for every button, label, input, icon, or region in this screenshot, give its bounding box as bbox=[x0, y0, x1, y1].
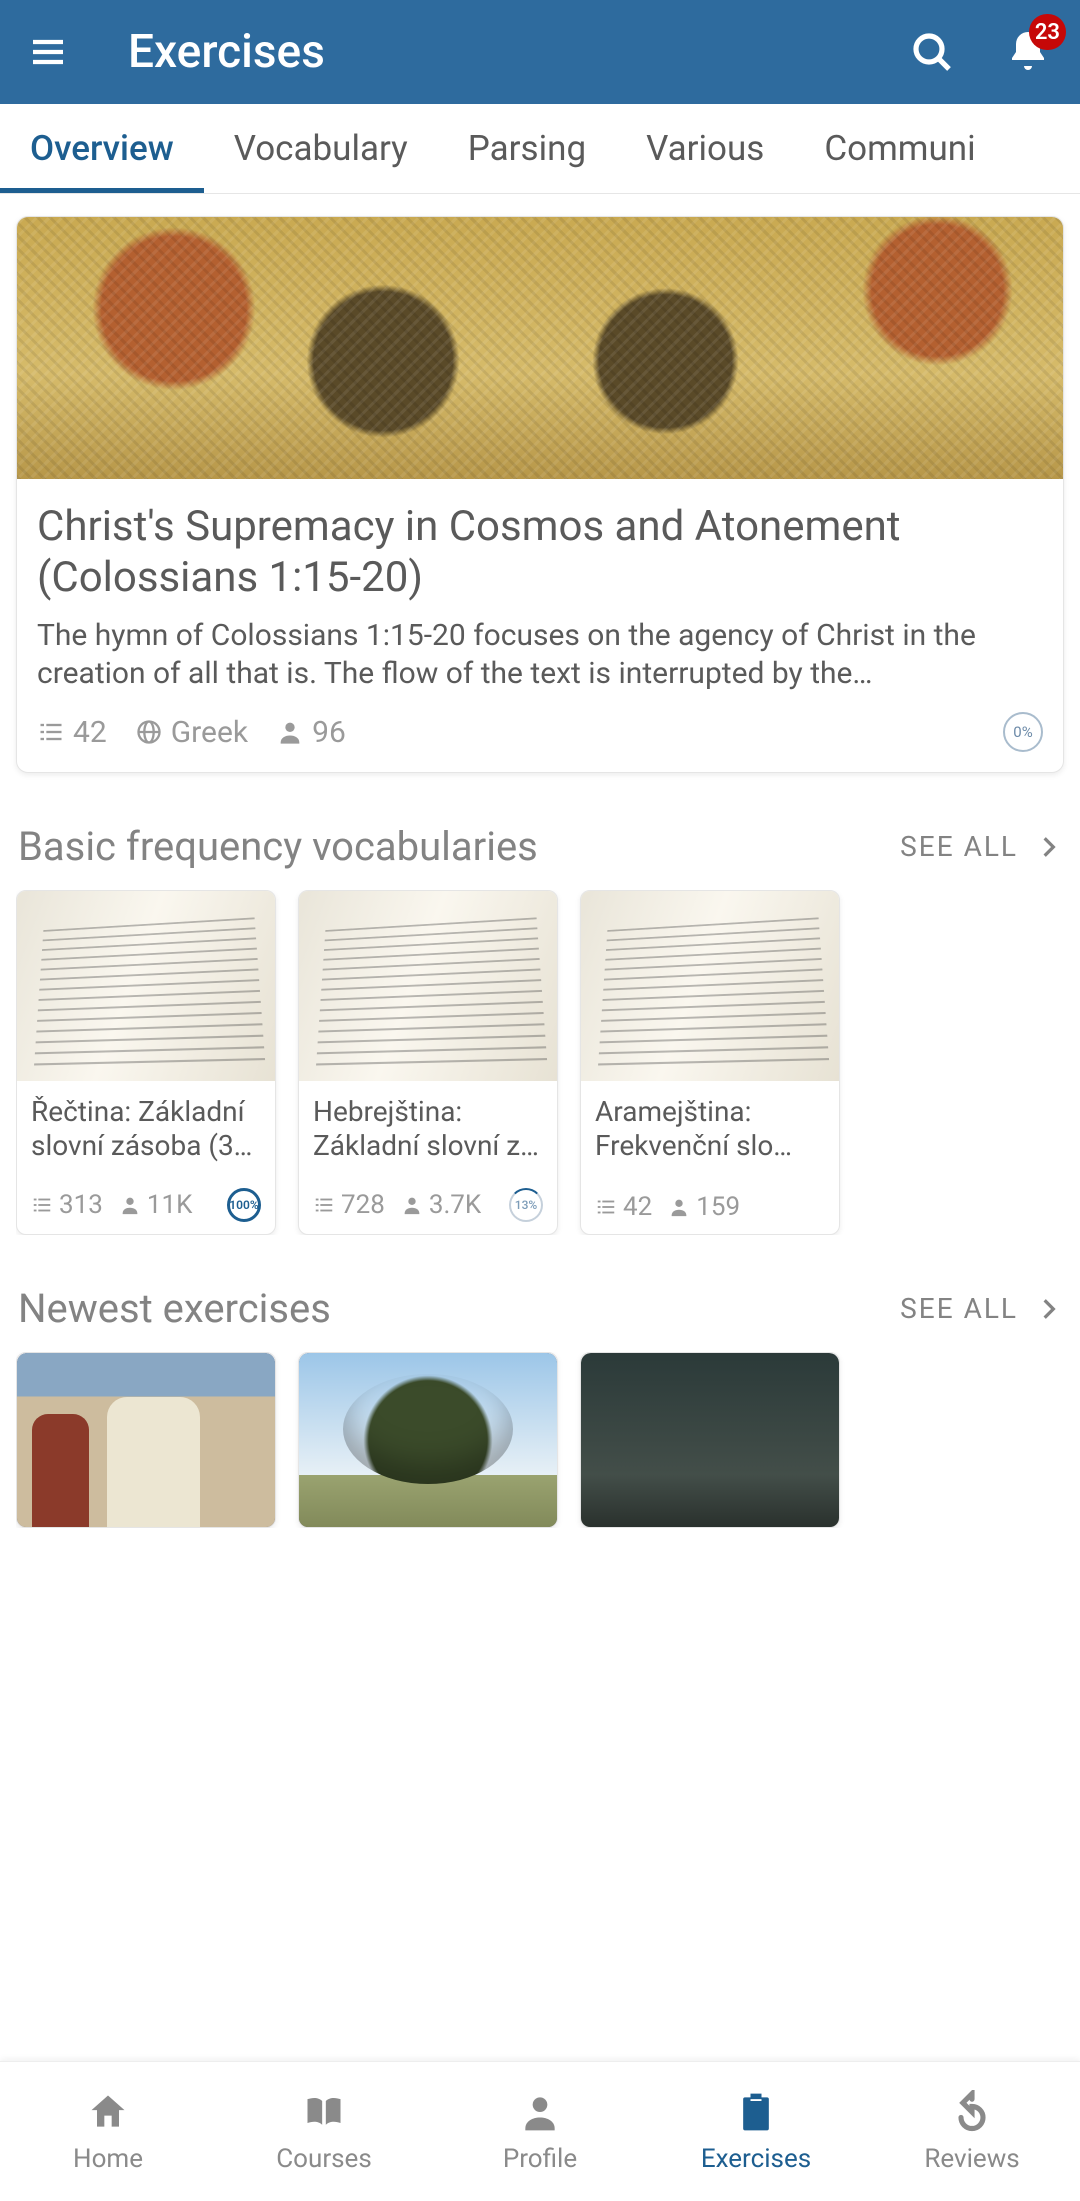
card-title: Hebrejština: Základní slovní z… bbox=[313, 1095, 543, 1165]
notification-bell[interactable]: 23 bbox=[1004, 28, 1052, 76]
nav-courses[interactable]: Courses bbox=[216, 2062, 432, 2201]
section-header-vocab: Basic frequency vocabularies SEE ALL bbox=[16, 823, 1064, 870]
clipboard-icon bbox=[734, 2090, 778, 2134]
list-icon bbox=[31, 1194, 53, 1216]
tab-community[interactable]: Communi bbox=[794, 104, 1005, 193]
tab-parsing[interactable]: Parsing bbox=[438, 104, 616, 193]
card-image bbox=[299, 1353, 557, 1527]
user-count-value: 96 bbox=[312, 715, 346, 750]
card-image bbox=[581, 1353, 839, 1527]
list-icon bbox=[595, 1196, 617, 1218]
card-title: Řečtina: Základní slovní zásoba (3… bbox=[31, 1095, 261, 1165]
featured-image bbox=[17, 217, 1063, 479]
refresh-icon bbox=[950, 2090, 994, 2134]
person-icon bbox=[119, 1194, 141, 1216]
item-count: 728 bbox=[313, 1190, 385, 1220]
home-icon bbox=[86, 2090, 130, 2134]
item-count: 42 bbox=[595, 1192, 652, 1222]
user-count-value: 159 bbox=[696, 1192, 740, 1222]
user-count: 96 bbox=[276, 715, 346, 750]
progress-badge: 0% bbox=[1003, 712, 1043, 752]
item-count: 42 bbox=[37, 715, 107, 750]
see-all-label: SEE ALL bbox=[900, 830, 1018, 863]
item-count-value: 42 bbox=[623, 1192, 652, 1222]
user-count: 11K bbox=[119, 1190, 193, 1220]
item-count-value: 42 bbox=[73, 715, 107, 750]
user-count: 3.7K bbox=[401, 1190, 481, 1220]
nav-label: Profile bbox=[503, 2144, 577, 2174]
see-all-vocab[interactable]: SEE ALL bbox=[900, 830, 1062, 863]
see-all-newest[interactable]: SEE ALL bbox=[900, 1292, 1062, 1325]
content-area: Christ's Supremacy in Cosmos and Atoneme… bbox=[0, 194, 1080, 2061]
see-all-label: SEE ALL bbox=[900, 1292, 1018, 1325]
item-count-value: 728 bbox=[341, 1190, 385, 1220]
chevron-right-icon bbox=[1036, 834, 1062, 860]
vocab-card[interactable]: Řečtina: Základní slovní zásoba (3… 313 … bbox=[16, 890, 276, 1235]
card-image bbox=[299, 891, 557, 1081]
card-image bbox=[17, 891, 275, 1081]
person-icon bbox=[668, 1196, 690, 1218]
newest-card[interactable] bbox=[580, 1352, 840, 1528]
tab-overview[interactable]: Overview bbox=[0, 104, 204, 193]
progress-badge: 100% bbox=[227, 1188, 261, 1222]
nav-label: Exercises bbox=[701, 2144, 811, 2174]
language: Greek bbox=[135, 715, 248, 750]
menu-icon[interactable] bbox=[28, 32, 68, 72]
bottom-nav: Home Courses Profile Exercises Reviews bbox=[0, 2061, 1080, 2201]
featured-meta: 42 Greek 96 0% bbox=[37, 712, 1043, 752]
language-value: Greek bbox=[171, 715, 248, 750]
featured-description: The hymn of Colossians 1:15-20 focuses o… bbox=[37, 617, 1043, 692]
card-image bbox=[17, 1353, 275, 1527]
person-icon bbox=[518, 2090, 562, 2134]
newest-scroller[interactable] bbox=[16, 1352, 1064, 1528]
newest-card[interactable] bbox=[16, 1352, 276, 1528]
nav-label: Courses bbox=[276, 2144, 372, 2174]
nav-home[interactable]: Home bbox=[0, 2062, 216, 2201]
person-icon bbox=[401, 1194, 423, 1216]
tab-vocabulary[interactable]: Vocabulary bbox=[204, 104, 438, 193]
card-image bbox=[581, 891, 839, 1081]
section-title: Newest exercises bbox=[18, 1285, 331, 1332]
section-title: Basic frequency vocabularies bbox=[18, 823, 538, 870]
featured-exercise-card[interactable]: Christ's Supremacy in Cosmos and Atoneme… bbox=[16, 216, 1064, 773]
app-header: Exercises 23 bbox=[0, 0, 1080, 104]
vocab-scroller[interactable]: Řečtina: Základní slovní zásoba (3… 313 … bbox=[16, 890, 1064, 1235]
nav-label: Reviews bbox=[924, 2144, 1019, 2174]
globe-icon bbox=[135, 718, 163, 746]
page-title: Exercises bbox=[128, 25, 908, 79]
section-header-newest: Newest exercises SEE ALL bbox=[16, 1285, 1064, 1332]
nav-profile[interactable]: Profile bbox=[432, 2062, 648, 2201]
tab-bar: Overview Vocabulary Parsing Various Comm… bbox=[0, 104, 1080, 194]
user-count-value: 11K bbox=[147, 1190, 193, 1220]
card-title: Aramejština: Frekvenční slo… bbox=[595, 1095, 825, 1165]
list-icon bbox=[37, 718, 65, 746]
notification-badge: 23 bbox=[1029, 14, 1066, 50]
item-count-value: 313 bbox=[59, 1190, 103, 1220]
user-count-value: 3.7K bbox=[429, 1190, 481, 1220]
nav-label: Home bbox=[73, 2144, 143, 2174]
list-icon bbox=[313, 1194, 335, 1216]
nav-reviews[interactable]: Reviews bbox=[864, 2062, 1080, 2201]
person-icon bbox=[276, 718, 304, 746]
tab-various[interactable]: Various bbox=[616, 104, 794, 193]
vocab-card[interactable]: Hebrejština: Základní slovní z… 728 3.7K… bbox=[298, 890, 558, 1235]
newest-card[interactable] bbox=[298, 1352, 558, 1528]
search-icon[interactable] bbox=[908, 28, 956, 76]
book-icon bbox=[302, 2090, 346, 2134]
progress-badge: 13% bbox=[509, 1188, 543, 1222]
item-count: 313 bbox=[31, 1190, 103, 1220]
chevron-right-icon bbox=[1036, 1296, 1062, 1322]
vocab-card[interactable]: Aramejština: Frekvenční slo… 42 159 bbox=[580, 890, 840, 1235]
nav-exercises[interactable]: Exercises bbox=[648, 2062, 864, 2201]
user-count: 159 bbox=[668, 1192, 740, 1222]
featured-title: Christ's Supremacy in Cosmos and Atoneme… bbox=[37, 501, 1043, 603]
